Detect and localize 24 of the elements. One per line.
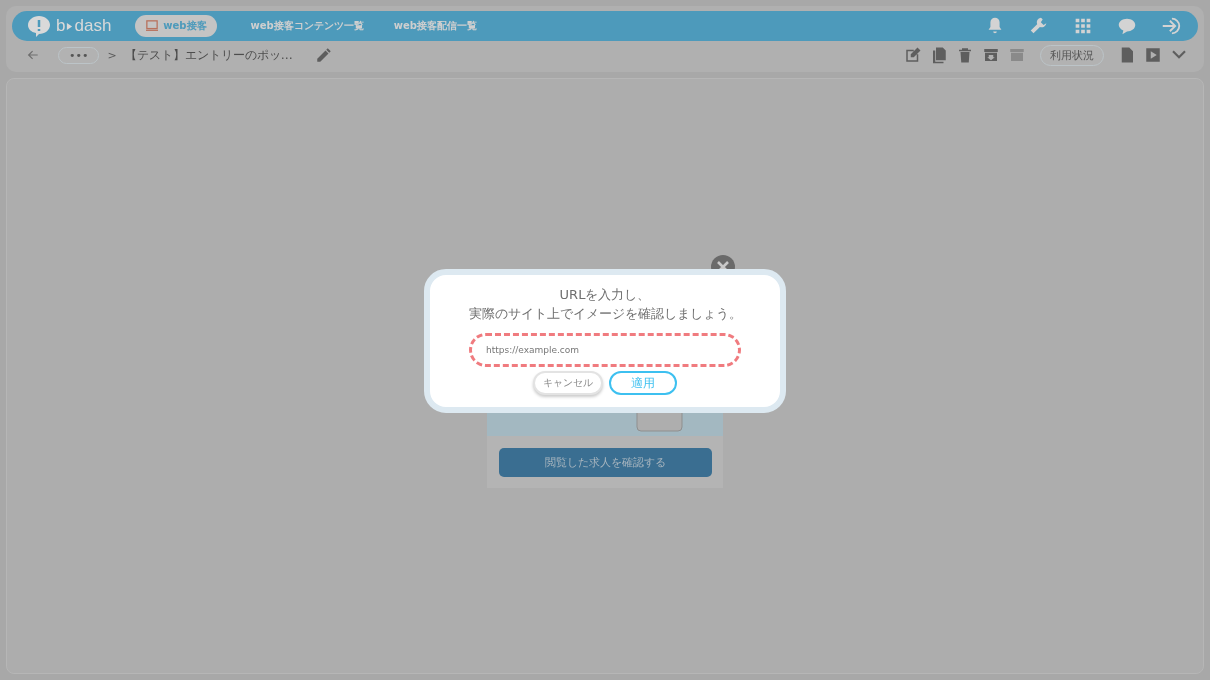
logout-icon[interactable] [1160, 15, 1182, 37]
arrow-icon [66, 21, 74, 31]
monitor-icon [145, 20, 160, 32]
breadcrumb-separator: > [107, 48, 117, 62]
dialog-message: URLを入力し、 実際のサイト上でイメージを確認しましょう。 [468, 286, 742, 323]
usage-button[interactable]: 利用状況 [1040, 44, 1104, 66]
breadcrumb-title: 【テスト】エントリーのポッ… [124, 46, 293, 64]
speech-bubble-icon [26, 14, 52, 38]
nav-tab[interactable]: web接客 [135, 15, 217, 37]
logo-text: b [56, 16, 66, 36]
url-input-field[interactable]: https://example.com [469, 333, 741, 367]
copy-icon[interactable] [930, 46, 948, 64]
cta-button[interactable]: 閲覧した求人を確認する [498, 447, 712, 477]
nav-tab[interactable]: web接客配信一覧 [383, 15, 487, 37]
logo-text: dash [74, 16, 112, 36]
pencil-icon[interactable] [314, 46, 333, 64]
edit-icon[interactable] [904, 46, 922, 64]
play-icon[interactable] [1144, 46, 1162, 64]
nav-tab[interactable]: web接客コンテンツ一覧 [240, 15, 374, 37]
trash-icon[interactable] [956, 46, 974, 64]
apply-button[interactable]: 適用 [609, 371, 677, 395]
more-button[interactable]: ••• [58, 46, 100, 64]
download-icon[interactable] [982, 46, 1000, 64]
cancel-button[interactable]: キャンセル [533, 371, 603, 395]
